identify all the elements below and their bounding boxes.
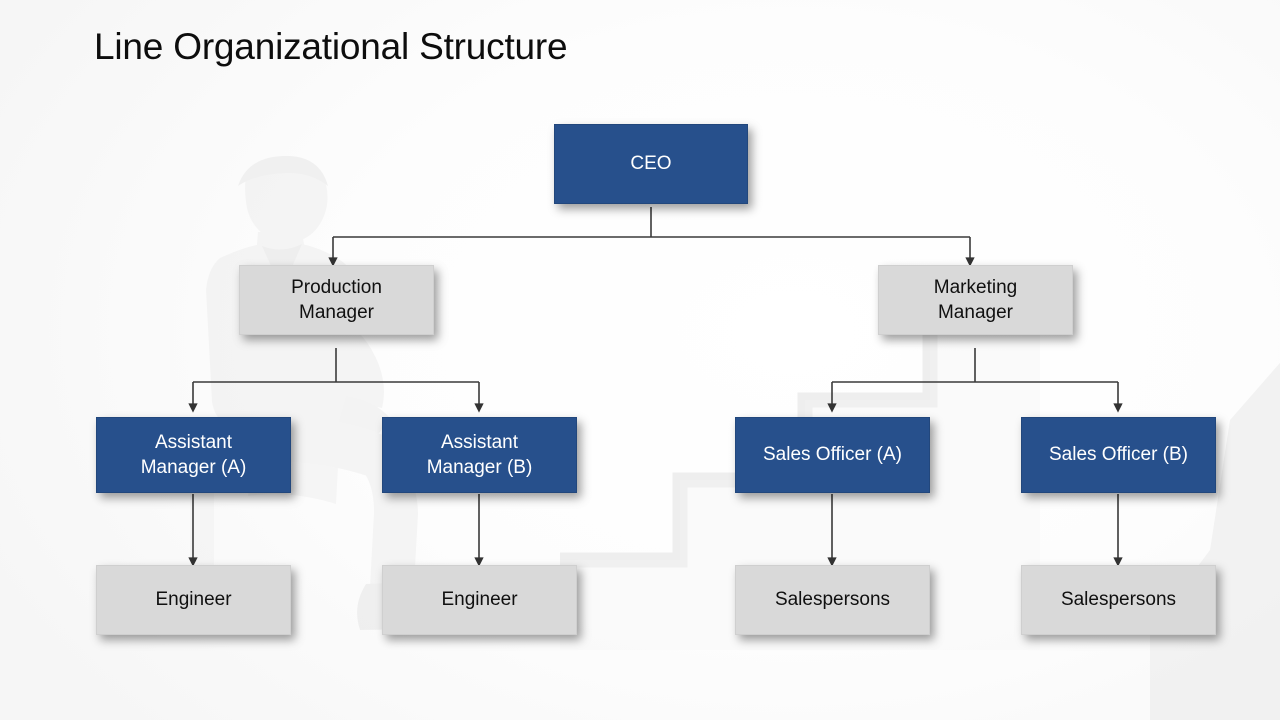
node-salespersons-a-label: Salespersons <box>774 589 891 611</box>
node-sales-officer-a[interactable]: Sales Officer (A) <box>735 417 930 493</box>
node-salespersons-b[interactable]: Salespersons <box>1021 565 1216 635</box>
node-ceo-label: CEO <box>630 153 672 175</box>
node-production-manager-label: Production Manager <box>291 276 382 323</box>
node-engineer-b-label: Engineer <box>441 589 518 611</box>
slide-canvas: Line Organizational Structure CEO Produc… <box>0 0 1280 720</box>
node-marketing-manager[interactable]: Marketing Manager <box>878 265 1073 335</box>
node-sales-officer-b[interactable]: Sales Officer (B) <box>1021 417 1216 493</box>
node-production-manager[interactable]: Production Manager <box>239 265 434 335</box>
node-assistant-manager-b[interactable]: Assistant Manager (B) <box>382 417 577 493</box>
node-sales-officer-a-label: Sales Officer (A) <box>762 444 903 466</box>
node-engineer-a-label: Engineer <box>155 589 232 611</box>
node-engineer-a[interactable]: Engineer <box>96 565 291 635</box>
node-sales-officer-b-label: Sales Officer (B) <box>1048 444 1189 466</box>
node-ceo[interactable]: CEO <box>554 124 748 204</box>
node-marketing-manager-label: Marketing Manager <box>933 276 1018 323</box>
node-assistant-manager-a[interactable]: Assistant Manager (A) <box>96 417 291 493</box>
node-assistant-manager-b-label: Assistant Manager (B) <box>426 431 533 478</box>
node-assistant-manager-a-label: Assistant Manager (A) <box>140 431 247 478</box>
node-salespersons-b-label: Salespersons <box>1060 589 1177 611</box>
node-salespersons-a[interactable]: Salespersons <box>735 565 930 635</box>
node-engineer-b[interactable]: Engineer <box>382 565 577 635</box>
